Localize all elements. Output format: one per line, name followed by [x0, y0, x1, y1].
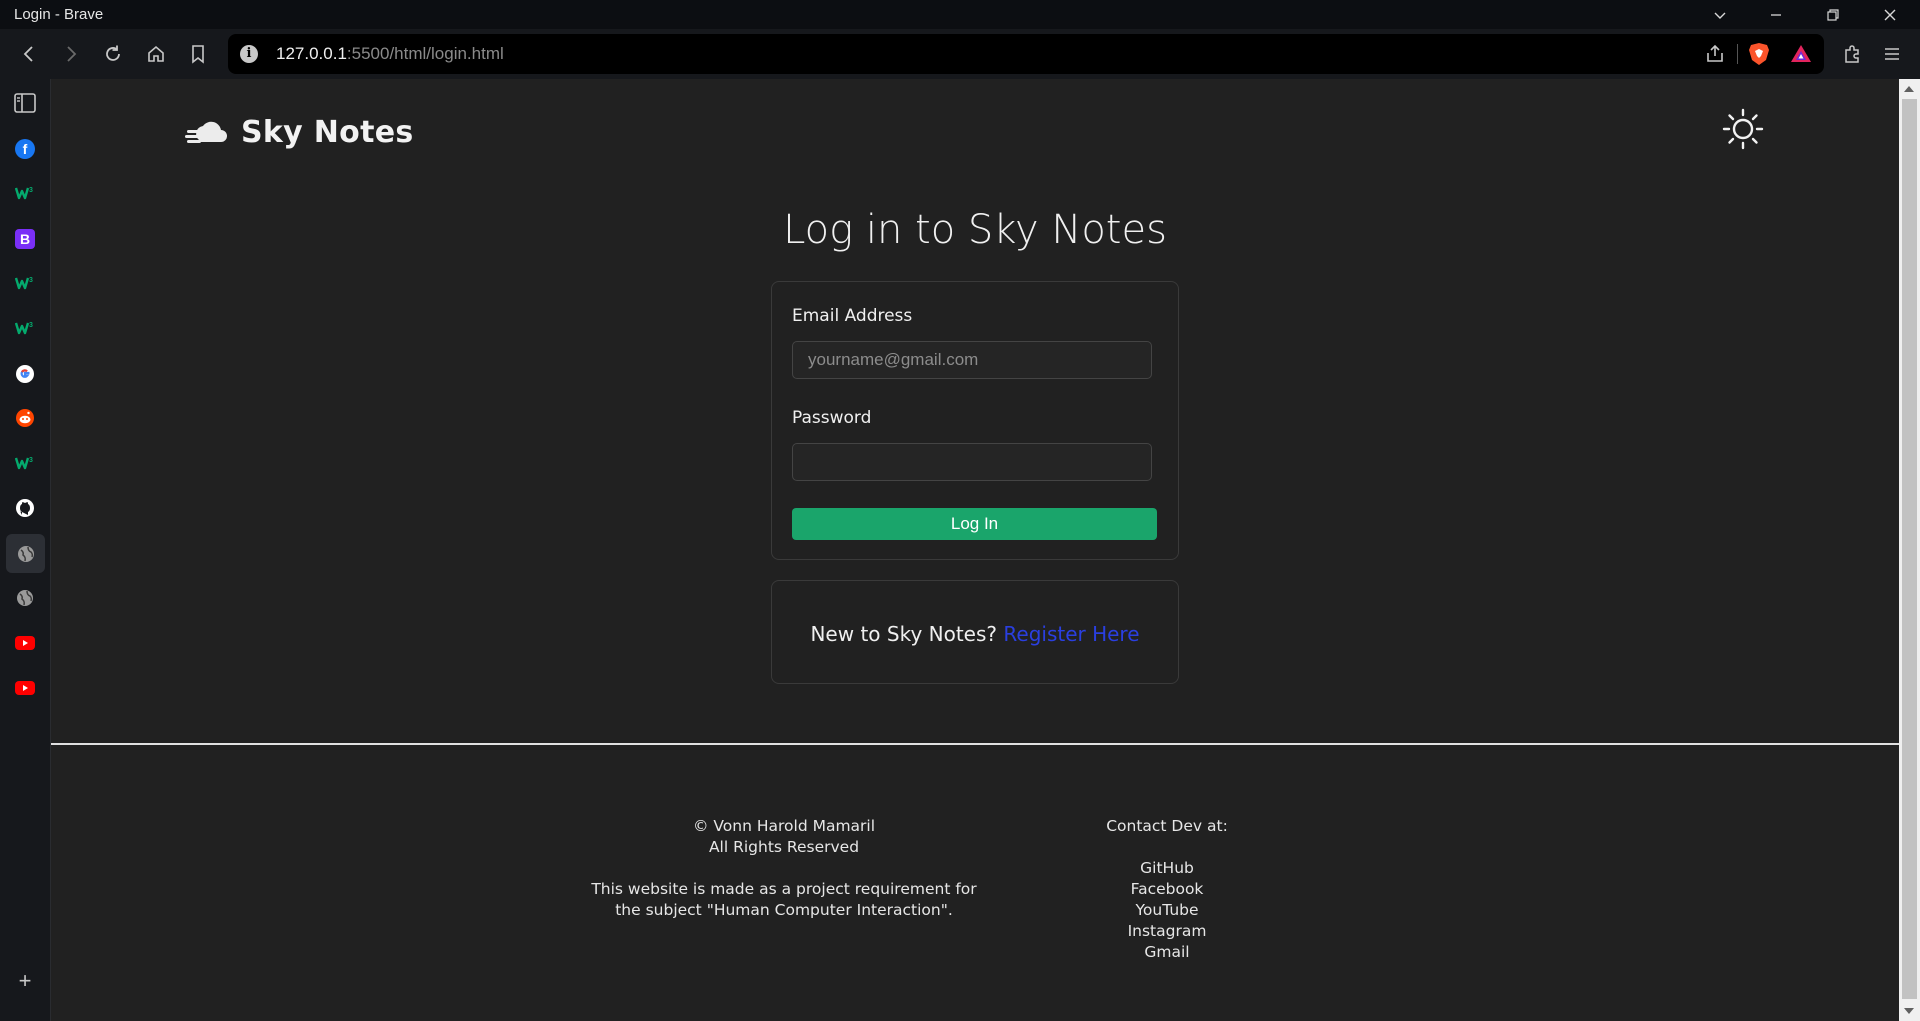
- register-link[interactable]: Register Here: [1003, 622, 1139, 646]
- url-text[interactable]: 127.0.0.1:5500/html/login.html: [276, 44, 504, 64]
- browser-sidebar: f 3 B 3 3 3 +: [0, 79, 51, 1021]
- svg-text:3: 3: [29, 322, 33, 329]
- reload-icon[interactable]: [97, 38, 129, 70]
- url-host: 127.0.0.1: [276, 44, 347, 63]
- page-title: Log in to Sky Notes: [783, 207, 1167, 253]
- address-bar[interactable]: i 127.0.0.1:5500/html/login.html: [228, 34, 1824, 74]
- scrollbar-thumb[interactable]: [1902, 99, 1917, 999]
- back-icon[interactable]: [13, 38, 45, 70]
- w3schools-icon[interactable]: 3: [11, 179, 39, 207]
- login-button[interactable]: Log In: [792, 508, 1157, 540]
- svg-text:3: 3: [29, 187, 33, 194]
- brand-name: Sky Notes: [241, 115, 414, 150]
- password-label: Password: [792, 408, 872, 428]
- menu-icon[interactable]: [1876, 38, 1908, 70]
- github-icon[interactable]: [11, 494, 39, 522]
- password-input[interactable]: [792, 443, 1152, 481]
- footer-link-youtube[interactable]: YouTube: [1097, 900, 1237, 921]
- footer-link-gmail[interactable]: Gmail: [1097, 942, 1237, 963]
- login-form: Email Address Password Log In: [771, 281, 1179, 560]
- register-prompt: New to Sky Notes?: [810, 622, 998, 646]
- email-label: Email Address: [792, 306, 913, 326]
- close-icon[interactable]: [1862, 0, 1918, 29]
- globe-icon[interactable]: [11, 584, 39, 612]
- urlbar-separator: [1737, 44, 1738, 64]
- footer-link-instagram[interactable]: Instagram: [1097, 921, 1237, 942]
- share-icon[interactable]: [1704, 43, 1726, 70]
- forward-icon[interactable]: [55, 38, 87, 70]
- window-titlebar: Login - Brave: [0, 0, 1920, 29]
- url-path: :5500/html/login.html: [346, 44, 504, 63]
- brave-rewards-icon[interactable]: [1790, 43, 1812, 70]
- page-scrollbar[interactable]: [1899, 79, 1920, 1021]
- browser-toolbar: i 127.0.0.1:5500/html/login.html: [0, 29, 1920, 79]
- google-icon[interactable]: [11, 360, 39, 388]
- footer-link-github[interactable]: GitHub: [1097, 858, 1237, 879]
- minimize-icon[interactable]: [1748, 0, 1804, 29]
- globe-icon[interactable]: [6, 534, 45, 573]
- add-sidebar-item-icon[interactable]: +: [11, 967, 39, 995]
- footer-link-facebook[interactable]: Facebook: [1097, 879, 1237, 900]
- window-title: Login - Brave: [14, 6, 104, 23]
- restore-icon[interactable]: [1805, 0, 1861, 29]
- footer-rights: All Rights Reserved: [708, 838, 860, 856]
- brave-shields-icon[interactable]: [1748, 42, 1770, 71]
- site-info-icon[interactable]: i: [240, 45, 258, 63]
- svg-text:3: 3: [29, 277, 33, 284]
- cloud-logo-icon: [185, 121, 227, 143]
- w3schools-icon[interactable]: 3: [11, 449, 39, 477]
- w3schools-icon[interactable]: 3: [11, 314, 39, 342]
- scroll-up-arrow-icon[interactable]: [1904, 86, 1914, 92]
- footer-copyright: © Vonn Harold Mamaril: [692, 817, 876, 835]
- home-icon[interactable]: [140, 38, 172, 70]
- youtube-icon[interactable]: [11, 629, 39, 657]
- footer-credits: © Vonn Harold Mamaril All Rights Reserve…: [584, 816, 984, 921]
- footer-contact: Contact Dev at: GitHub Facebook YouTube …: [1097, 816, 1237, 963]
- footer-note: This website is made as a project requir…: [591, 880, 977, 919]
- sidebar-panel-icon[interactable]: [11, 89, 39, 117]
- reddit-icon[interactable]: [11, 404, 39, 432]
- register-card: New to Sky Notes? Register Here: [771, 580, 1179, 684]
- svg-text:3: 3: [29, 457, 33, 464]
- bookmark-icon[interactable]: [182, 38, 214, 70]
- scroll-down-arrow-icon[interactable]: [1904, 1008, 1914, 1014]
- extensions-icon[interactable]: [1836, 38, 1868, 70]
- brand[interactable]: Sky Notes: [185, 115, 414, 150]
- footer-contact-title: Contact Dev at:: [1106, 817, 1228, 835]
- tab-search-icon[interactable]: [1692, 0, 1748, 29]
- register-message: New to Sky Notes? Register Here: [772, 622, 1178, 646]
- bootstrap-icon[interactable]: B: [11, 225, 39, 253]
- footer-divider: [51, 743, 1899, 745]
- youtube-icon[interactable]: [11, 674, 39, 702]
- page-content: Sky Notes Log in to Sky Notes Email Addr…: [51, 79, 1899, 1021]
- email-input[interactable]: [792, 341, 1152, 379]
- facebook-icon[interactable]: f: [11, 135, 39, 163]
- theme-toggle-sun-icon[interactable]: [1721, 107, 1765, 151]
- w3schools-icon[interactable]: 3: [11, 269, 39, 297]
